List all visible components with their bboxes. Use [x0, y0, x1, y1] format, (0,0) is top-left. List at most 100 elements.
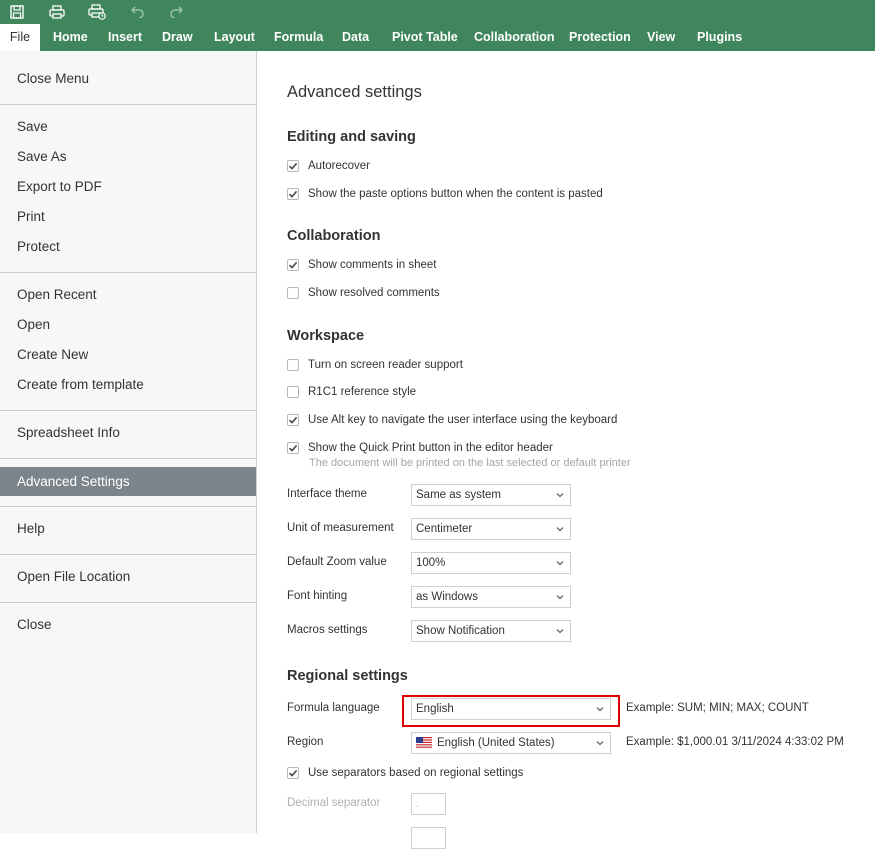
- tab-protection[interactable]: Protection: [569, 24, 631, 51]
- separators-checkbox[interactable]: Use separators based on regional setting…: [287, 765, 523, 781]
- quick-print-icon[interactable]: [87, 2, 107, 22]
- checkbox-label: R1C1 reference style: [308, 386, 417, 398]
- select-value: Centimeter: [416, 523, 473, 535]
- checkbox-label: Show the paste options button when the c…: [308, 188, 603, 200]
- check-icon: [288, 416, 298, 424]
- advanced-settings-panel: Advanced settings Editing and saving Aut…: [257, 51, 875, 849]
- tab-data[interactable]: Data: [342, 24, 369, 51]
- font-hinting-select[interactable]: as Windows: [411, 586, 571, 608]
- checkbox-box[interactable]: [287, 188, 299, 200]
- open-item[interactable]: Open: [0, 310, 256, 340]
- menu-divider: [0, 272, 256, 273]
- checkbox-label: Show the Quick Print button in the edito…: [308, 442, 553, 454]
- tab-file[interactable]: File: [0, 24, 40, 51]
- tab-insert[interactable]: Insert: [108, 24, 142, 51]
- checkbox-label: Use separators based on regional setting…: [308, 767, 524, 779]
- macros-select[interactable]: Show Notification: [411, 620, 571, 642]
- decimal-separator-label: Decimal separator: [287, 797, 381, 809]
- close-menu-item[interactable]: Close Menu: [0, 64, 256, 94]
- file-menu: Close Menu Save Save As Export to PDF Pr…: [0, 51, 257, 833]
- region-example: Example: $1,000.01 3/11/2024 4:33:02 PM: [626, 736, 844, 748]
- checkbox-label: Use Alt key to navigate the user interfa…: [308, 414, 618, 426]
- create-from-template-item[interactable]: Create from template: [0, 370, 256, 400]
- checkbox-label: Autorecover: [308, 160, 371, 172]
- macros-label: Macros settings: [287, 624, 368, 636]
- alt-key-checkbox[interactable]: Use Alt key to navigate the user interfa…: [287, 412, 617, 428]
- tab-collaboration[interactable]: Collaboration: [474, 24, 555, 51]
- tab-draw[interactable]: Draw: [162, 24, 193, 51]
- help-item[interactable]: Help: [0, 514, 256, 544]
- chevron-down-icon: [556, 493, 564, 498]
- save-icon[interactable]: [7, 2, 27, 22]
- tab-pivot-table[interactable]: Pivot Table: [392, 24, 458, 51]
- checkbox-label: Show comments in sheet: [308, 259, 437, 271]
- save-as-item[interactable]: Save As: [0, 142, 256, 172]
- zoom-select[interactable]: 100%: [411, 552, 571, 574]
- thousands-separator-input[interactable]: [411, 827, 446, 849]
- checkbox-box[interactable]: [287, 259, 299, 271]
- page-title: Advanced settings: [287, 83, 422, 101]
- advanced-settings-item[interactable]: Advanced Settings: [0, 467, 256, 496]
- menu-divider: [0, 554, 256, 555]
- checkbox-box[interactable]: [287, 414, 299, 426]
- quick-access-bar: [0, 0, 875, 24]
- print-icon[interactable]: [47, 2, 67, 22]
- open-file-location-item[interactable]: Open File Location: [0, 562, 256, 592]
- section-heading-workspace: Workspace: [287, 328, 365, 344]
- checkbox-label: Show resolved comments: [308, 287, 440, 299]
- show-comments-checkbox[interactable]: Show comments in sheet: [287, 257, 436, 273]
- r1c1-checkbox[interactable]: R1C1 reference style: [287, 384, 416, 400]
- ribbon-tabs: File Home Insert Draw Layout Formula Dat…: [0, 24, 875, 51]
- font-hinting-label: Font hinting: [287, 590, 348, 602]
- checkbox-box[interactable]: [287, 767, 299, 779]
- checkbox-box[interactable]: [287, 386, 299, 398]
- highlight-box: [402, 695, 620, 727]
- region-select[interactable]: English (United States): [411, 732, 611, 754]
- select-value: Show Notification: [416, 625, 505, 637]
- checkbox-box[interactable]: [287, 359, 299, 371]
- save-item[interactable]: Save: [0, 112, 256, 142]
- check-icon: [288, 444, 298, 452]
- show-resolved-checkbox[interactable]: Show resolved comments: [287, 285, 440, 301]
- menu-divider: [0, 602, 256, 603]
- create-new-item[interactable]: Create New: [0, 340, 256, 370]
- interface-theme-select[interactable]: Same as system: [411, 484, 571, 506]
- quick-print-checkbox[interactable]: Show the Quick Print button in the edito…: [287, 440, 553, 456]
- checkbox-box[interactable]: [287, 160, 299, 172]
- tab-home[interactable]: Home: [53, 24, 88, 51]
- tab-view[interactable]: View: [647, 24, 675, 51]
- section-heading-editing: Editing and saving: [287, 129, 416, 145]
- checkbox-box[interactable]: [287, 442, 299, 454]
- unit-select[interactable]: Centimeter: [411, 518, 571, 540]
- open-recent-item[interactable]: Open Recent: [0, 280, 256, 310]
- quick-print-hint: The document will be printed on the last…: [309, 457, 631, 469]
- zoom-label: Default Zoom value: [287, 556, 387, 568]
- screen-reader-checkbox[interactable]: Turn on screen reader support: [287, 357, 463, 373]
- print-item[interactable]: Print: [0, 202, 256, 232]
- paste-options-checkbox[interactable]: Show the paste options button when the c…: [287, 186, 603, 202]
- spreadsheet-info-item[interactable]: Spreadsheet Info: [0, 418, 256, 448]
- chevron-down-icon: [556, 629, 564, 634]
- section-heading-collaboration: Collaboration: [287, 228, 381, 244]
- tab-layout[interactable]: Layout: [214, 24, 255, 51]
- protect-item[interactable]: Protect: [0, 232, 256, 262]
- undo-icon[interactable]: [127, 2, 147, 22]
- select-value: 100%: [416, 557, 446, 569]
- decimal-separator-input[interactable]: .: [411, 793, 446, 815]
- checkbox-box[interactable]: [287, 287, 299, 299]
- region-label: Region: [287, 736, 324, 748]
- check-icon: [288, 162, 298, 170]
- autorecover-checkbox[interactable]: Autorecover: [287, 158, 370, 174]
- select-value: English (United States): [437, 737, 555, 749]
- tab-plugins[interactable]: Plugins: [697, 24, 742, 51]
- tab-formula[interactable]: Formula: [274, 24, 323, 51]
- close-item[interactable]: Close: [0, 610, 256, 640]
- export-pdf-item[interactable]: Export to PDF: [0, 172, 256, 202]
- redo-icon[interactable]: [167, 2, 187, 22]
- check-icon: [288, 190, 298, 198]
- menu-divider: [0, 104, 256, 105]
- select-value: Same as system: [416, 489, 501, 501]
- chevron-down-icon: [556, 561, 564, 566]
- check-icon: [288, 261, 298, 269]
- formula-language-example: Example: SUM; MIN; MAX; COUNT: [626, 702, 809, 714]
